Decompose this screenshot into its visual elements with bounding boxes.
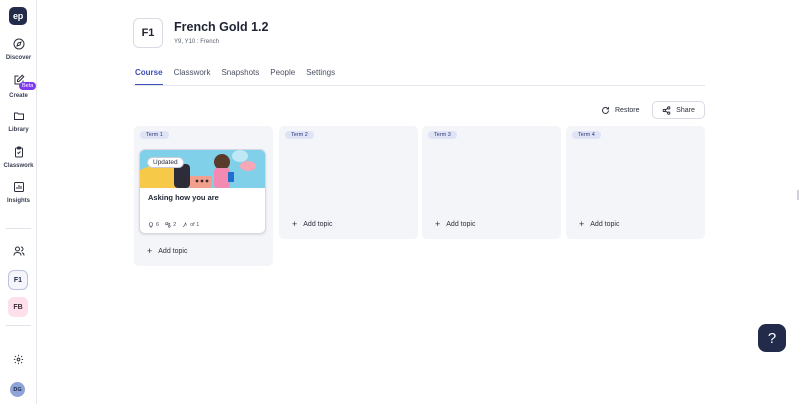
bar-chart-icon	[13, 182, 24, 192]
term-label: Term 3	[428, 131, 457, 139]
page-title: French Gold 1.2	[174, 20, 269, 34]
term-column-4: Term 4 + Add topic	[566, 126, 705, 239]
sidebar-item-label: Create	[9, 93, 28, 99]
tab-course[interactable]: Course	[135, 68, 163, 86]
tab-snapshots[interactable]: Snapshots	[221, 68, 259, 86]
topic-meta: 6 2 of 1	[148, 222, 199, 228]
term-label: Term 1	[140, 131, 169, 139]
share-icon	[662, 105, 671, 115]
lessons-value: 6	[156, 222, 160, 228]
course-chip-f1[interactable]: F1	[8, 270, 28, 290]
activities-icon	[165, 222, 171, 228]
app-logo[interactable]: ep	[9, 7, 27, 25]
course-subtitle: Y9, Y10 : French	[174, 39, 219, 45]
restore-label: Restore	[615, 107, 640, 114]
users-icon	[13, 246, 24, 256]
term-column-3: Term 3 + Add topic	[422, 126, 561, 239]
tab-divider	[133, 85, 705, 86]
activities-count: 2	[165, 222, 176, 228]
term-column-1: Term 1 Updated Asking how you are 6 2 of…	[134, 126, 273, 266]
add-topic-label: Add topic	[446, 221, 476, 228]
tab-people[interactable]: People	[270, 68, 295, 86]
scrollbar-handle[interactable]	[797, 190, 799, 200]
beta-badge: Beta	[19, 82, 37, 90]
course-chip-fb[interactable]: FB	[8, 297, 28, 317]
activities-value: 2	[173, 222, 177, 228]
progress-value: of 1	[190, 222, 200, 228]
tab-bar: Course Classwork Snapshots People Settin…	[135, 68, 346, 86]
sidebar-item-label: Classwork	[3, 163, 34, 169]
add-topic-label: Add topic	[590, 221, 620, 228]
sidebar-item-discover[interactable]: Discover	[0, 38, 37, 61]
share-button[interactable]: Share	[652, 101, 705, 119]
topic-title: Asking how you are	[148, 193, 219, 202]
sidebar-item-classwork[interactable]: Classwork	[0, 146, 37, 169]
add-topic-button[interactable]: + Add topic	[435, 220, 475, 229]
topic-image: Updated	[140, 150, 265, 188]
share-label: Share	[676, 106, 695, 114]
tab-classwork[interactable]: Classwork	[174, 68, 211, 86]
sidebar-item-label: Library	[8, 127, 29, 133]
updated-badge: Updated	[147, 157, 184, 168]
add-topic-button[interactable]: + Add topic	[579, 220, 619, 229]
sidebar: ep Discover Create Beta Library Classwor…	[0, 0, 37, 404]
course-badge: F1	[133, 18, 163, 48]
gear-icon	[13, 354, 24, 365]
term-label: Term 4	[572, 131, 601, 139]
user-avatar[interactable]: DG	[10, 382, 25, 397]
plus-icon: +	[292, 219, 298, 229]
plus-icon: +	[435, 219, 441, 229]
assign-icon	[182, 222, 187, 228]
sidebar-divider	[6, 228, 31, 229]
plus-icon: +	[147, 246, 153, 256]
term-label: Term 2	[285, 131, 314, 139]
clipboard-check-icon	[14, 146, 23, 158]
assignment-progress: of 1	[182, 222, 199, 228]
tab-settings[interactable]: Settings	[306, 68, 335, 86]
add-topic-label: Add topic	[158, 248, 188, 255]
plus-icon: +	[579, 219, 585, 229]
help-button[interactable]: ?	[758, 324, 786, 352]
topic-card[interactable]: Updated Asking how you are 6 2 of 1	[139, 149, 266, 234]
refresh-icon	[602, 107, 609, 114]
sidebar-item-insights[interactable]: Insights	[0, 181, 37, 204]
add-topic-button[interactable]: + Add topic	[292, 220, 332, 229]
add-topic-button[interactable]: + Add topic	[147, 247, 187, 256]
sidebar-item-label: Discover	[5, 55, 32, 61]
sidebar-item-people[interactable]	[0, 245, 37, 257]
topic-illustration	[140, 150, 265, 188]
lessons-count: 6	[148, 222, 159, 228]
add-topic-label: Add topic	[303, 221, 333, 228]
lightbulb-icon	[149, 222, 153, 228]
compass-icon	[13, 38, 24, 50]
sidebar-divider	[6, 325, 31, 326]
folder-icon	[13, 112, 24, 120]
sidebar-item-settings[interactable]	[0, 354, 37, 365]
restore-button[interactable]: Restore	[601, 102, 640, 119]
term-column-2: Term 2 + Add topic	[279, 126, 418, 239]
sidebar-item-library[interactable]: Library	[0, 110, 37, 133]
sidebar-item-label: Insights	[6, 198, 30, 204]
